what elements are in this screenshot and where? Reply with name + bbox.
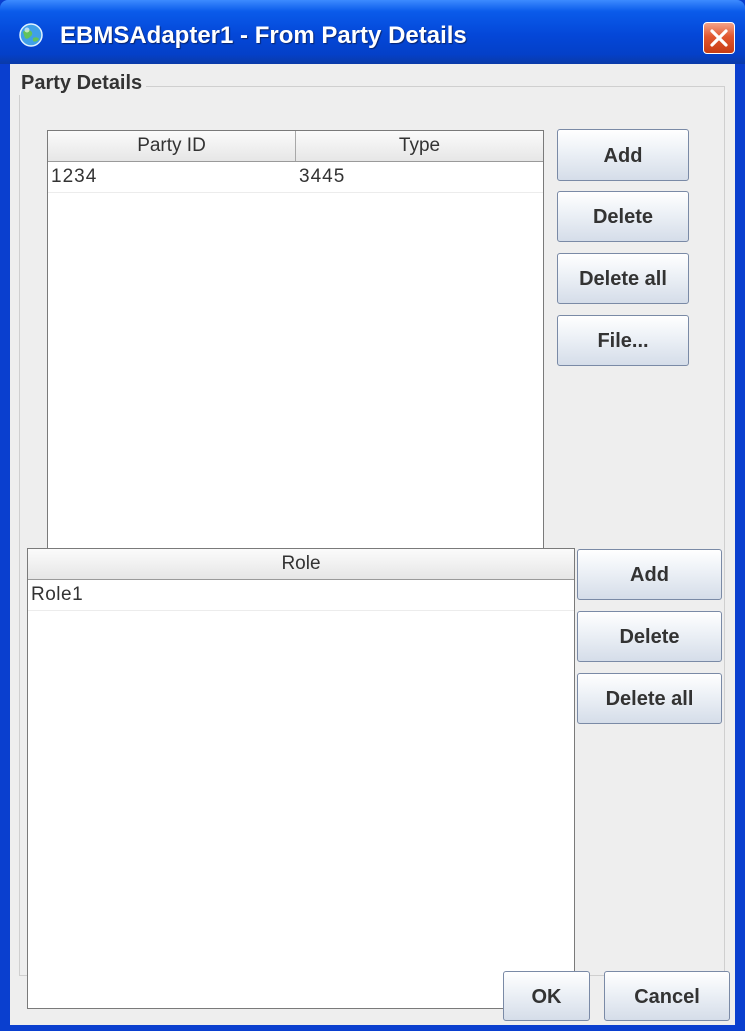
column-header-role[interactable]: Role: [28, 549, 574, 579]
party-table-header: Party ID Type: [48, 131, 543, 162]
table-row[interactable]: Role1: [28, 580, 574, 611]
party-add-button[interactable]: Add: [557, 129, 689, 181]
close-icon: [710, 29, 728, 47]
role-cell: Role1: [31, 584, 84, 605]
role-delete-all-button[interactable]: Delete all: [577, 673, 722, 724]
window-title: EBMSAdapter1 - From Party Details: [60, 22, 467, 49]
column-header-party-id[interactable]: Party ID: [48, 131, 296, 161]
party-delete-button[interactable]: Delete: [557, 191, 689, 242]
table-row[interactable]: 1234 3445: [48, 162, 543, 193]
column-header-type[interactable]: Type: [296, 131, 543, 161]
party-delete-all-button[interactable]: Delete all: [557, 253, 689, 304]
dialog-window: EBMSAdapter1 - From Party Details Party …: [0, 0, 745, 1031]
party-id-cell: 1234: [51, 166, 98, 187]
party-file-button[interactable]: File...: [557, 315, 689, 366]
role-table[interactable]: Role Role1: [27, 548, 575, 1009]
dialog-content: Party Details Party ID Type 1234 3445 Ad…: [10, 64, 735, 1025]
type-cell: 3445: [299, 166, 346, 187]
title-bar[interactable]: EBMSAdapter1 - From Party Details: [0, 0, 745, 64]
role-delete-button[interactable]: Delete: [577, 611, 722, 662]
globe-icon: [18, 22, 44, 48]
close-button[interactable]: [703, 22, 735, 54]
role-add-button[interactable]: Add: [577, 549, 722, 600]
cancel-button[interactable]: Cancel: [604, 971, 730, 1021]
party-table[interactable]: Party ID Type 1234 3445: [47, 130, 544, 590]
group-title: Party Details: [19, 72, 147, 95]
role-table-header: Role: [28, 549, 574, 580]
ok-button[interactable]: OK: [503, 971, 590, 1021]
